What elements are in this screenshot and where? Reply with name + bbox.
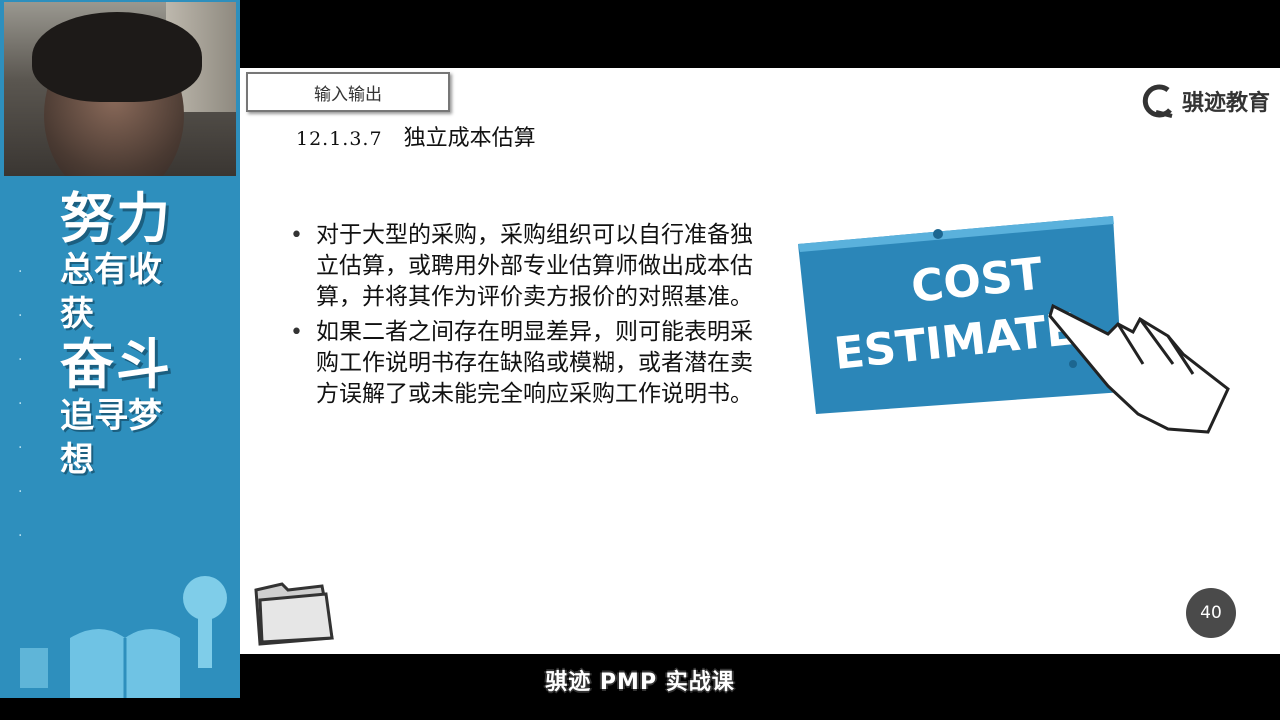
bullet-dot: • — [290, 223, 303, 248]
page-number: 40 — [1200, 603, 1222, 623]
section-title: 独立成本估算 — [403, 126, 536, 151]
side-decoration: · · · · · · · — [18, 264, 23, 544]
tab-input-output[interactable]: 输入输出 — [246, 72, 450, 112]
motto-line4: 追寻梦想 — [60, 396, 162, 480]
bullet-dot: • — [290, 320, 303, 345]
bullet-item: • 对于大型的采购，采购组织可以自行准备独立估算，或聘用外部专业估算师做出成本估… — [290, 220, 760, 313]
logo-text: 骐迹教育 — [1181, 91, 1270, 116]
motto-line1: 努力 — [60, 187, 172, 250]
motto-line2: 总有收获 — [60, 250, 162, 334]
bullet-list: • 对于大型的采购，采购组织可以自行准备独立估算，或聘用外部专业估算师做出成本估… — [290, 220, 760, 414]
slide: 输入输出 骐迹教育 12.1.3.7 独立成本估算 • 对于大型的采购，采购组织… — [240, 68, 1280, 654]
cost-estimate-sign: COST ESTIMATE — [798, 216, 1230, 434]
tab-label: 输入输出 — [314, 84, 382, 105]
section-heading: 12.1.3.7 独立成本估算 — [296, 120, 536, 152]
brand-logo: 骐迹教育 — [1142, 84, 1270, 118]
page-number-badge: 40 — [1186, 588, 1236, 638]
section-number: 12.1.3.7 — [296, 128, 383, 150]
presenter-hair — [32, 12, 202, 102]
bullet-item: • 如果二者之间存在明显差异，则可能表明采购工作说明书存在缺陷或模糊，或者潜在卖… — [290, 317, 760, 410]
webcam-feed — [4, 2, 236, 176]
bullet-text: 对于大型的采购，采购组织可以自行准备独立估算，或聘用外部专业估算师做出成本估算，… — [316, 222, 753, 310]
folder-icon — [254, 582, 334, 646]
motto: 努力 总有收获 奋斗 追寻梦想 — [60, 190, 190, 482]
left-sidebar: · · · · · · · 努力 总有收获 奋斗 追寻梦想 — [0, 0, 240, 698]
subtitle-caption: 骐迹 PMP 实战课 — [545, 670, 735, 695]
bullet-text: 如果二者之间存在明显差异，则可能表明采购工作说明书存在缺陷或模糊，或者潜在卖方误… — [316, 319, 753, 407]
motto-line3: 奋斗 — [60, 333, 172, 396]
logo-icon — [1142, 84, 1173, 118]
